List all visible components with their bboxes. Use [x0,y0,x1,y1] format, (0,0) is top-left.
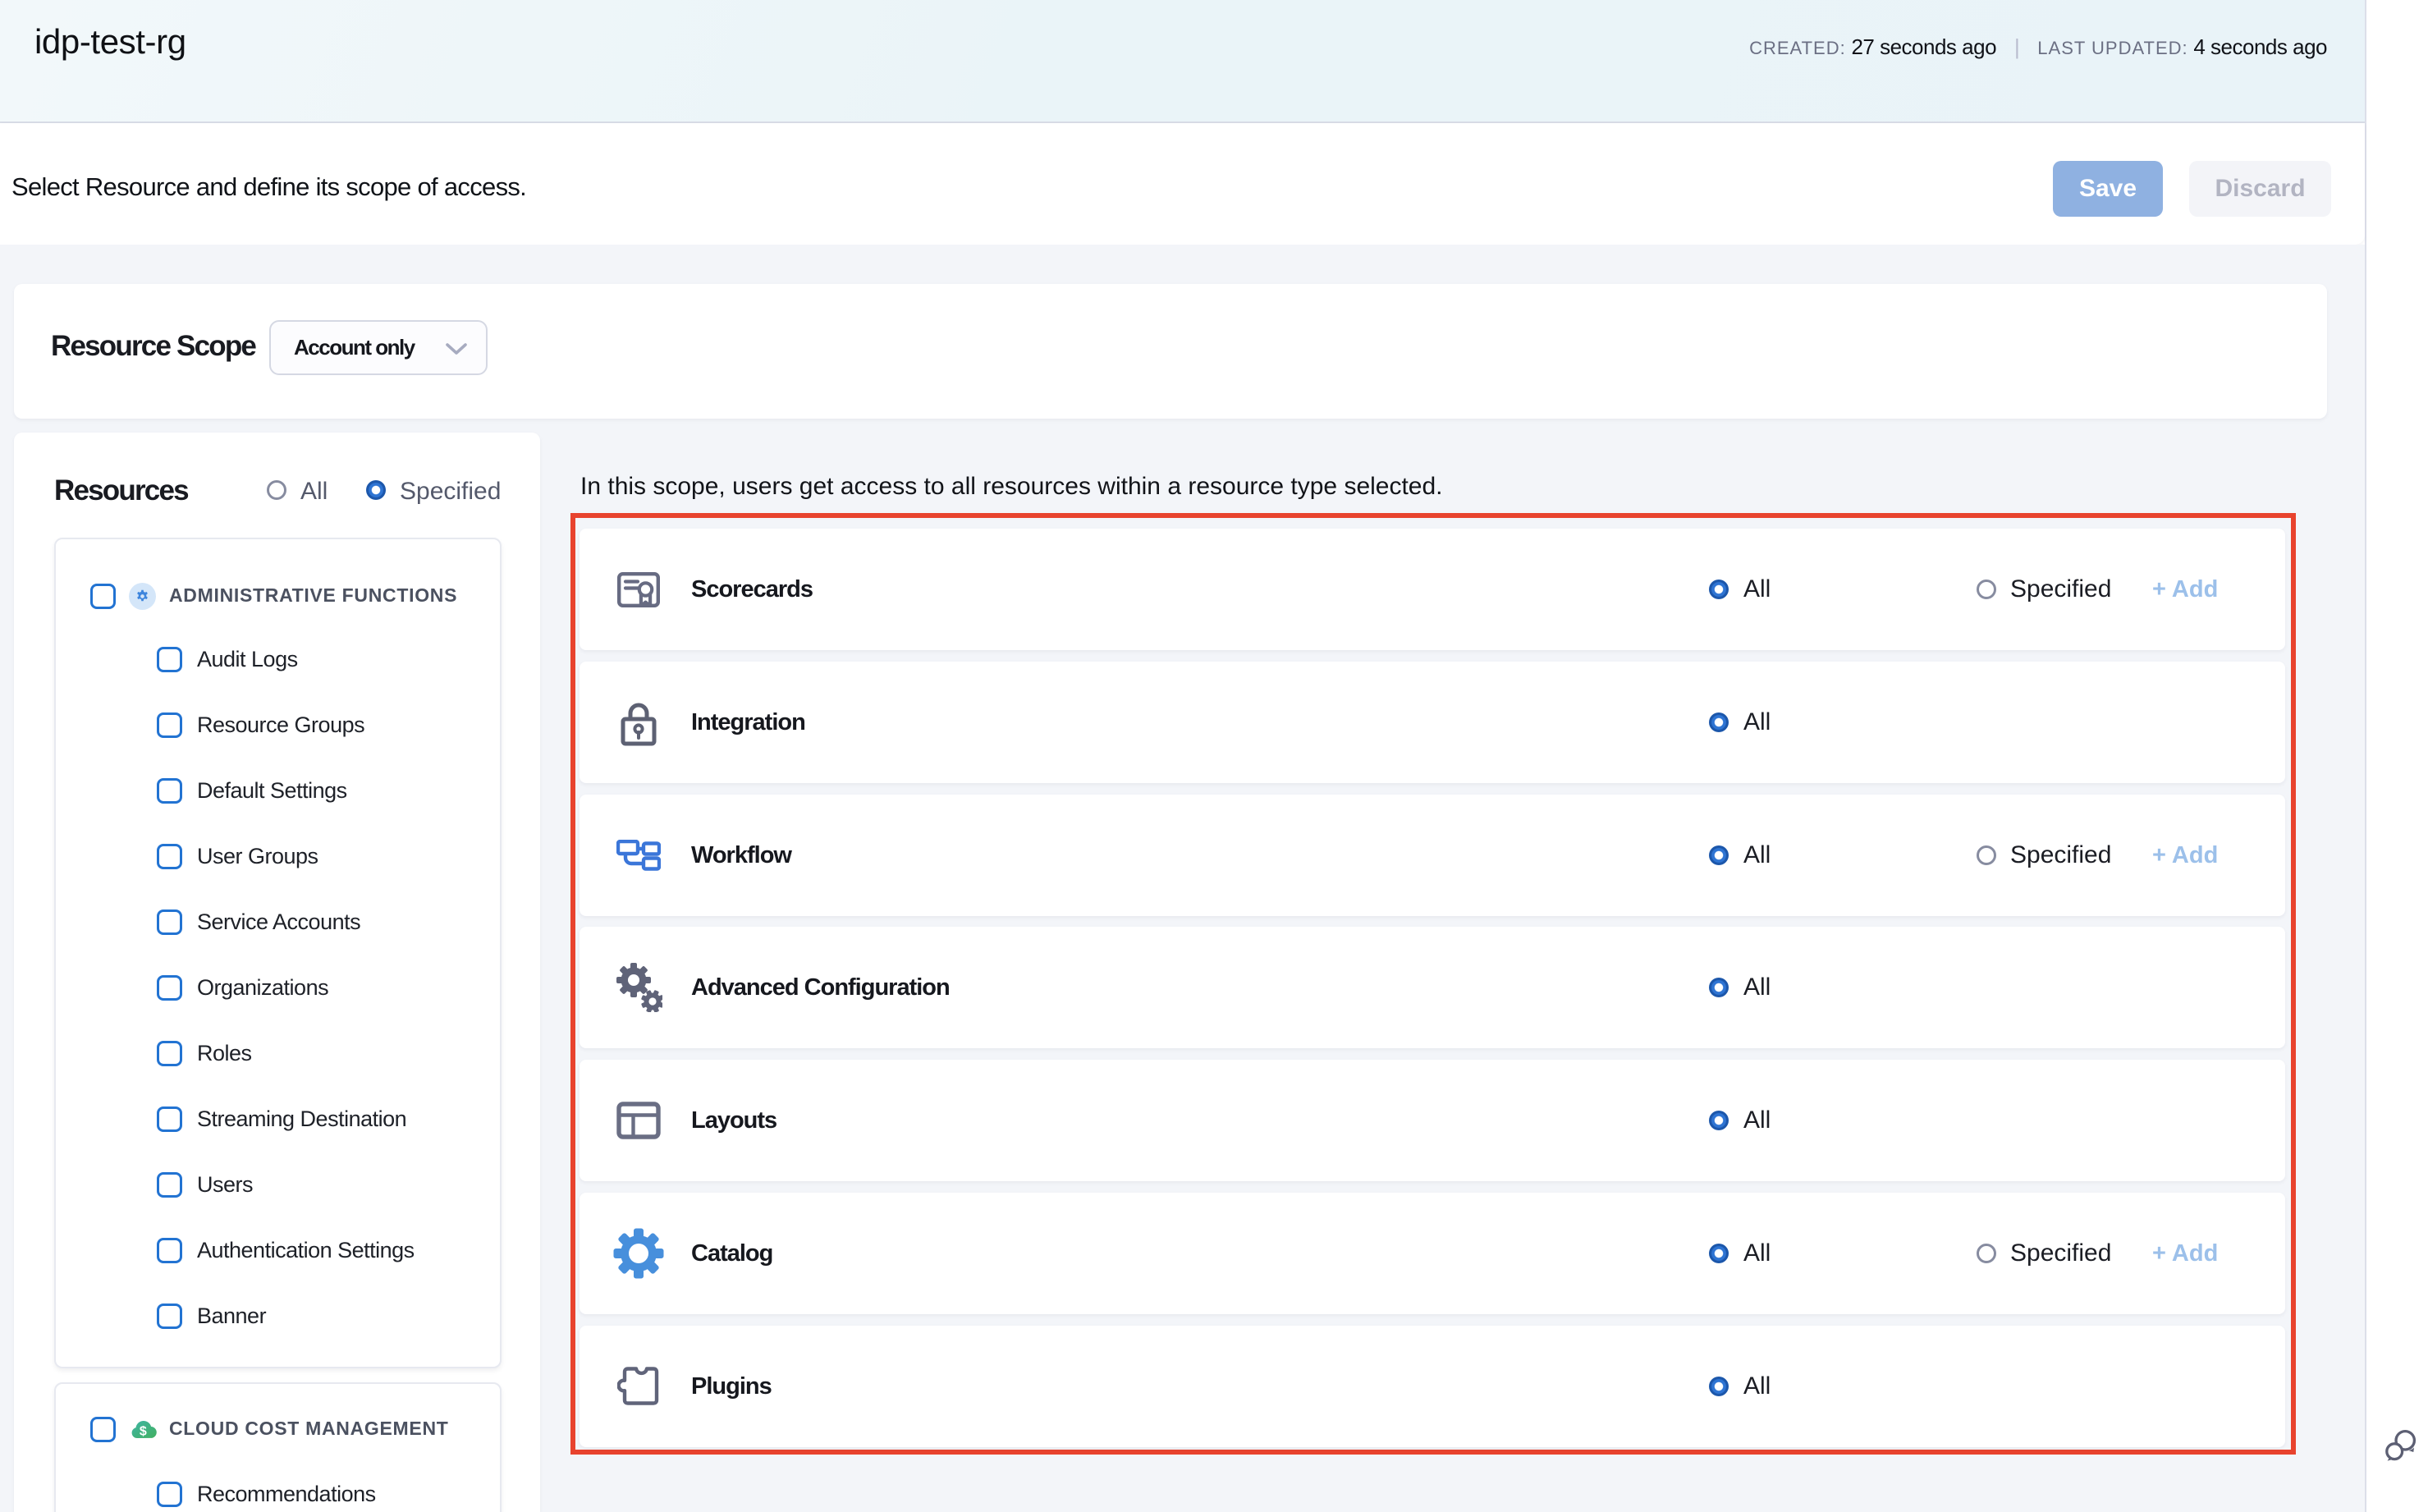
svg-text:$: $ [140,1425,147,1439]
